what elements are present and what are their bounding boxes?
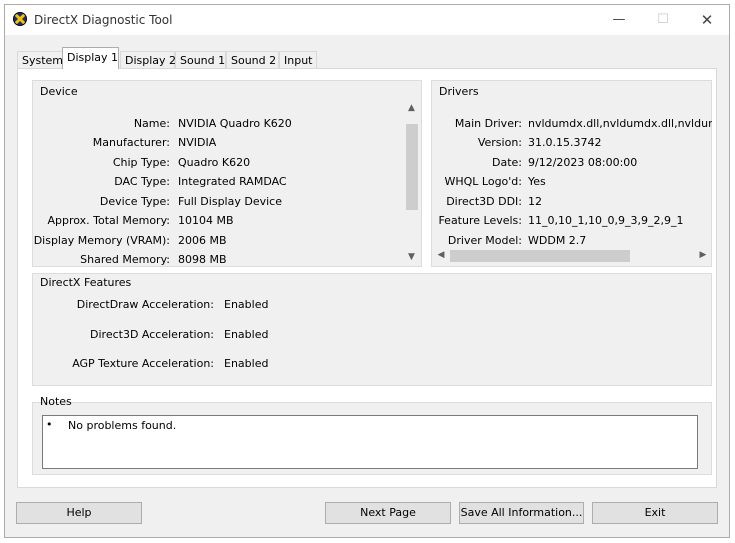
tab-sound-2[interactable]: Sound 2 <box>226 51 279 69</box>
chip-type-value: Quadro K620 <box>178 156 251 169</box>
dac-type-value: Integrated RAMDAC <box>178 175 287 188</box>
manufacturer-value: NVIDIA <box>178 136 217 149</box>
vram-label: Display Memory (VRAM): <box>33 234 170 247</box>
close-button[interactable]: ✕ <box>685 5 729 35</box>
shared-memory-value: 8098 MB <box>178 253 227 266</box>
date-label: Date: <box>492 156 522 169</box>
device-vertical-scrollbar[interactable]: ▲ ▼ <box>404 101 419 264</box>
notes-group-title: Notes <box>40 395 72 408</box>
drivers-horizontal-scrollbar[interactable]: ◀ ▶ <box>434 248 710 263</box>
device-name-label: Name: <box>133 117 170 130</box>
minimize-button[interactable]: — <box>597 5 641 35</box>
tab-input[interactable]: Input <box>279 51 317 69</box>
dxdiag-window: DirectX Diagnostic Tool — ☐ ✕ System Dis… <box>4 4 730 538</box>
next-page-button[interactable]: Next Page <box>325 502 451 524</box>
maximize-button[interactable]: ☐ <box>641 5 685 35</box>
tab-display-2[interactable]: Display 2 <box>120 51 176 69</box>
device-scroll-thumb[interactable] <box>406 124 418 210</box>
features-group-title: DirectX Features <box>40 276 132 289</box>
note-bullet: • <box>46 418 53 431</box>
scroll-left-arrow-icon[interactable]: ◀ <box>434 248 448 263</box>
vram-value: 2006 MB <box>178 234 227 247</box>
device-type-label: Device Type: <box>99 195 170 208</box>
driver-model-label: Driver Model: <box>447 234 522 247</box>
directx-app-icon <box>13 12 27 26</box>
feature-levels-label: Feature Levels: <box>438 214 522 227</box>
manufacturer-label: Manufacturer: <box>92 136 170 149</box>
direct3d-label: Direct3D Acceleration: <box>90 328 214 341</box>
scroll-down-arrow-icon[interactable]: ▼ <box>404 250 419 264</box>
scroll-up-arrow-icon[interactable]: ▲ <box>404 101 419 115</box>
scroll-right-arrow-icon[interactable]: ▶ <box>696 248 710 263</box>
main-driver-value: nvldumdx.dll,nvldumdx.dll,nvldumdx.d <box>528 117 712 130</box>
drivers-group-title: Drivers <box>439 85 479 98</box>
exit-button[interactable]: Exit <box>592 502 718 524</box>
device-group: Device Name: NVIDIA Quadro K620 Manufact… <box>32 80 422 267</box>
total-memory-value: 10104 MB <box>178 214 234 227</box>
tab-sound-1[interactable]: Sound 1 <box>175 51 226 69</box>
version-value: 31.0.15.3742 <box>528 136 602 149</box>
display-panel: Device Name: NVIDIA Quadro K620 Manufact… <box>17 68 717 488</box>
whql-label: WHQL Logo'd: <box>444 175 522 188</box>
chip-type-label: Chip Type: <box>112 156 170 169</box>
feature-levels-value: 11_0,10_1,10_0,9_3,9_2,9_1 <box>528 214 684 227</box>
agp-texture-label: AGP Texture Acceleration: <box>72 357 214 370</box>
shared-memory-label: Shared Memory: <box>80 253 170 266</box>
direct3d-value: Enabled <box>224 328 269 341</box>
device-type-value: Full Display Device <box>178 195 282 208</box>
d3d-ddi-label: Direct3D DDI: <box>446 195 522 208</box>
notes-text-area[interactable]: • No problems found. <box>42 415 698 469</box>
date-value: 9/12/2023 08:00:00 <box>528 156 638 169</box>
d3d-ddi-value: 12 <box>528 195 542 208</box>
dac-type-label: DAC Type: <box>114 175 170 188</box>
version-label: Version: <box>477 136 522 149</box>
title-bar[interactable]: DirectX Diagnostic Tool — ☐ ✕ <box>5 5 729 35</box>
device-group-title: Device <box>40 85 78 98</box>
whql-value: Yes <box>528 175 546 188</box>
directdraw-value: Enabled <box>224 298 269 311</box>
driver-model-value: WDDM 2.7 <box>528 234 587 247</box>
device-name-value: NVIDIA Quadro K620 <box>178 117 292 130</box>
save-all-information-button[interactable]: Save All Information... <box>459 502 584 524</box>
main-driver-label: Main Driver: <box>454 117 522 130</box>
tab-system[interactable]: System <box>17 51 63 69</box>
agp-texture-value: Enabled <box>224 357 269 370</box>
note-item: No problems found. <box>68 419 177 432</box>
directx-features-group: DirectX Features DirectDraw Acceleration… <box>32 273 712 386</box>
drivers-scroll-thumb[interactable] <box>450 250 630 262</box>
window-title: DirectX Diagnostic Tool <box>34 13 173 27</box>
total-memory-label: Approx. Total Memory: <box>47 214 171 227</box>
notes-group: Notes • No problems found. <box>32 395 712 475</box>
directdraw-label: DirectDraw Acceleration: <box>76 298 214 311</box>
drivers-group: Drivers Main Driver: nvldumdx.dll,nvldum… <box>431 80 712 267</box>
help-button[interactable]: Help <box>16 502 142 524</box>
tab-display-1[interactable]: Display 1 <box>62 47 119 69</box>
